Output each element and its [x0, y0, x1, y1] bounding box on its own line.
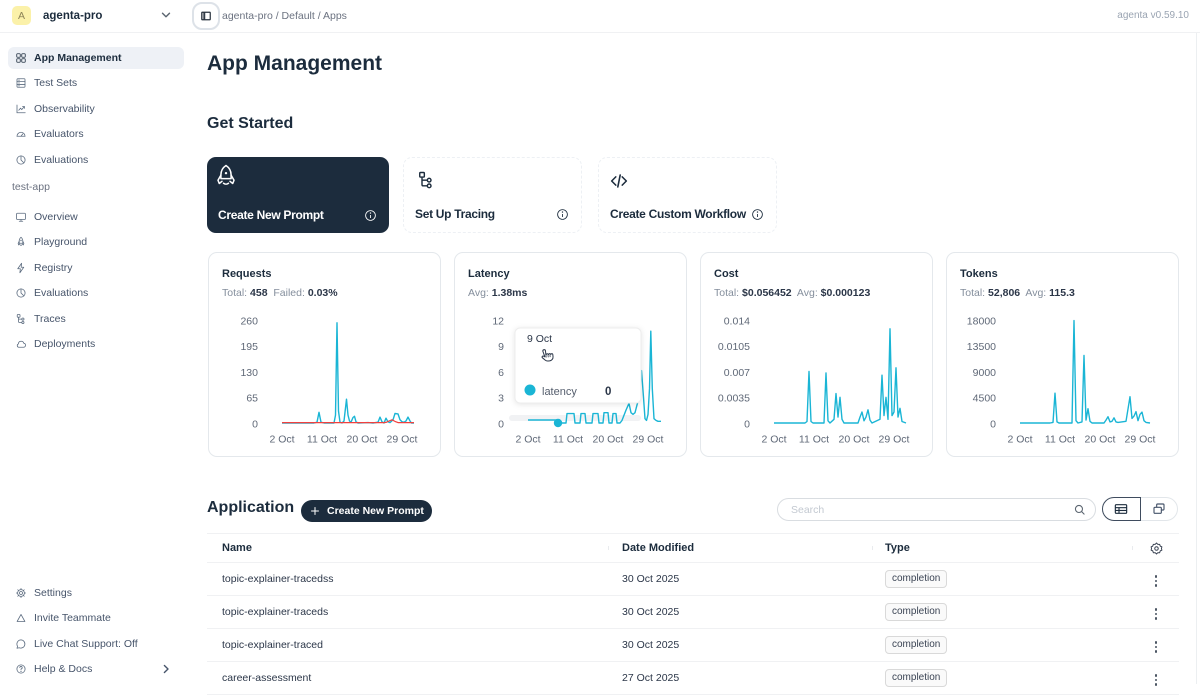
svg-text:29 Oct: 29 Oct — [633, 434, 664, 446]
svg-text:9 Oct: 9 Oct — [527, 333, 552, 345]
svg-text:11 Oct: 11 Oct — [799, 434, 829, 446]
svg-text:0.014: 0.014 — [724, 315, 750, 327]
svg-text:65: 65 — [246, 393, 258, 405]
svg-text:0: 0 — [605, 386, 611, 398]
svg-text:12: 12 — [492, 315, 504, 327]
svg-text:2 Oct: 2 Oct — [761, 434, 786, 446]
svg-text:130: 130 — [240, 367, 258, 379]
svg-text:11 Oct: 11 Oct — [307, 434, 337, 446]
svg-text:29 Oct: 29 Oct — [387, 434, 418, 446]
svg-text:0.0105: 0.0105 — [718, 341, 750, 353]
svg-text:latency: latency — [542, 386, 577, 398]
svg-text:13500: 13500 — [967, 341, 996, 353]
svg-text:2 Oct: 2 Oct — [1007, 434, 1032, 446]
svg-text:0: 0 — [990, 418, 996, 430]
svg-text:9: 9 — [498, 341, 504, 353]
svg-text:11 Oct: 11 Oct — [553, 434, 583, 446]
svg-text:0: 0 — [744, 418, 750, 430]
svg-text:9000: 9000 — [973, 367, 997, 379]
svg-text:6: 6 — [498, 367, 504, 379]
svg-text:0: 0 — [252, 418, 258, 430]
svg-text:29 Oct: 29 Oct — [879, 434, 910, 446]
svg-text:29 Oct: 29 Oct — [1125, 434, 1156, 446]
svg-text:20 Oct: 20 Oct — [1085, 434, 1116, 446]
svg-text:0.007: 0.007 — [724, 367, 750, 379]
svg-text:11 Oct: 11 Oct — [1045, 434, 1075, 446]
svg-text:195: 195 — [240, 341, 258, 353]
svg-text:20 Oct: 20 Oct — [839, 434, 870, 446]
svg-text:260: 260 — [240, 315, 258, 327]
svg-text:18000: 18000 — [967, 315, 996, 327]
svg-text:2 Oct: 2 Oct — [269, 434, 294, 446]
svg-text:0: 0 — [498, 418, 504, 430]
svg-text:4500: 4500 — [973, 393, 997, 405]
svg-text:3: 3 — [498, 393, 504, 405]
svg-text:0.0035: 0.0035 — [718, 393, 750, 405]
svg-text:2 Oct: 2 Oct — [515, 434, 540, 446]
svg-text:20 Oct: 20 Oct — [347, 434, 378, 446]
svg-text:20 Oct: 20 Oct — [593, 434, 624, 446]
